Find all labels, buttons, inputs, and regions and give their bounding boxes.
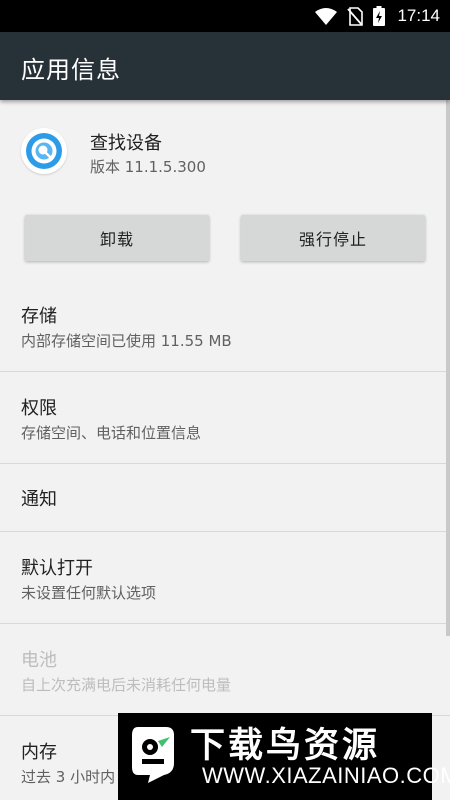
battery-title: 电池: [21, 650, 57, 671]
permissions-subtitle: 存储空间、电话和位置信息: [21, 424, 202, 442]
app-header: 查找设备 版本 11.1.5.300: [0, 100, 450, 210]
wifi-icon: [315, 7, 338, 25]
memory-title: 内存: [21, 742, 57, 763]
scrollbar[interactable]: [446, 100, 450, 636]
watermark-banner: 下载鸟资源 WWW.XIAZAINIAO.COM: [118, 713, 450, 800]
no-sim-icon: [347, 6, 364, 26]
app-name: 查找设备: [90, 133, 162, 154]
uninstall-button[interactable]: 卸载: [25, 215, 209, 261]
storage-subtitle: 内部存储空间已使用 11.55 MB: [21, 332, 232, 350]
settings-row-battery: 电池 自上次充满电后未消耗任何电量: [0, 624, 450, 716]
notifications-title: 通知: [21, 489, 57, 510]
app-bar: 应用信息: [0, 32, 450, 100]
open-by-default-subtitle: 未设置任何默认选项: [21, 584, 157, 602]
storage-title: 存储: [21, 306, 57, 327]
status-bar: 17:14: [0, 0, 450, 32]
watermark-logo-icon: [132, 727, 174, 783]
watermark-url: WWW.XIAZAINIAO.COM: [202, 763, 450, 788]
permissions-title: 权限: [21, 398, 57, 419]
settings-row-open-by-default[interactable]: 默认打开 未设置任何默认选项: [0, 532, 450, 624]
app-version: 版本 11.1.5.300: [90, 158, 206, 176]
open-by-default-title: 默认打开: [21, 558, 93, 579]
battery-charging-icon: [373, 6, 386, 26]
find-device-app-icon: [21, 128, 67, 174]
settings-row-storage[interactable]: 存储 内部存储空间已使用 11.55 MB: [0, 280, 450, 372]
status-time: 17:14: [397, 6, 440, 25]
watermark-title: 下载鸟资源: [190, 726, 381, 766]
force-stop-button[interactable]: 强行停止: [241, 215, 425, 261]
settings-row-notifications[interactable]: 通知: [0, 464, 450, 532]
settings-row-permissions[interactable]: 权限 存储空间、电话和位置信息: [0, 372, 450, 464]
battery-subtitle: 自上次充满电后未消耗任何电量: [21, 676, 232, 694]
memory-subtitle: 过去 3 小时内: [21, 768, 116, 786]
page-title: 应用信息: [21, 56, 121, 84]
app-info-content: 查找设备 版本 11.1.5.300 卸载 强行停止 存储 内部存储空间已使用 …: [0, 100, 450, 800]
